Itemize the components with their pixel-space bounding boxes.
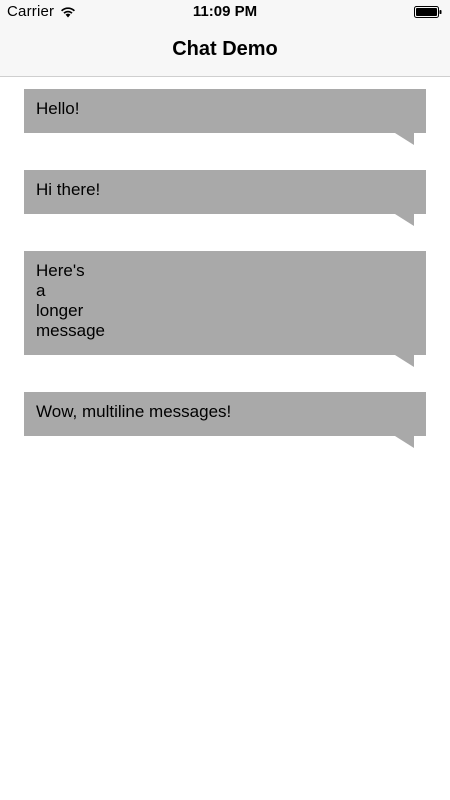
message-bubble: Hi there! — [24, 170, 426, 226]
message-bubble: Hello! — [24, 89, 426, 145]
message-list: Hello! Hi there! Here's a longer message… — [24, 89, 426, 473]
message-text: Hello! — [36, 99, 80, 118]
battery-icon — [414, 6, 442, 18]
status-bar: Carrier 11:09 PM — [0, 0, 450, 24]
message-text: Wow, multiline messages! — [36, 402, 232, 421]
status-time: 11:09 PM — [192, 3, 258, 20]
message-text: Hi there! — [36, 180, 101, 199]
message-bubble: Here's a longer message — [24, 251, 426, 367]
navigation-bar: Chat Demo — [0, 24, 450, 77]
message-text: Here's a longer message — [36, 261, 105, 340]
message-bubble: Wow, multiline messages! — [24, 392, 426, 448]
page-title: Chat Demo — [172, 38, 278, 60]
